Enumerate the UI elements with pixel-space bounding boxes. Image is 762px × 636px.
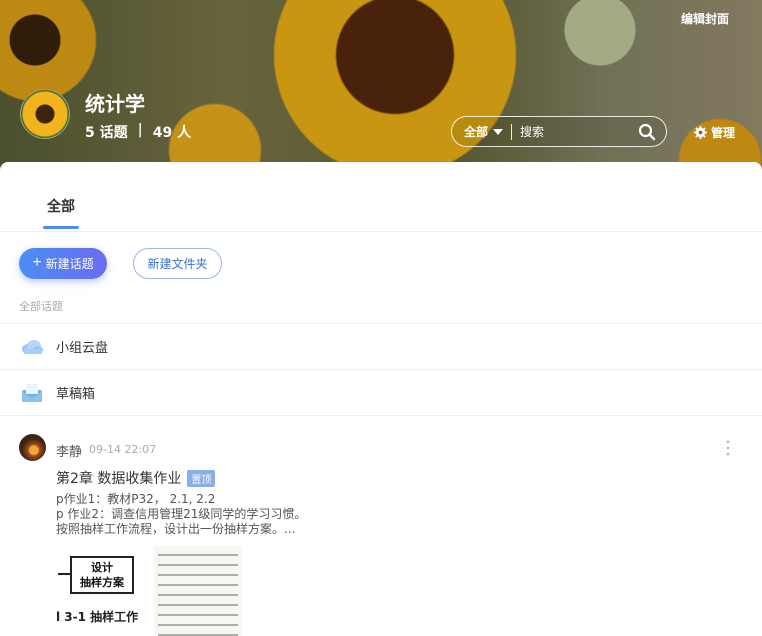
search-icon[interactable] (638, 123, 656, 141)
search-scope-label: 全部 (464, 125, 489, 139)
search-input[interactable] (520, 124, 631, 139)
topic-excerpt: p作业1：教材P32， 2.1, 2.2 p 作业2：调查信用管理21级同学的学… (56, 492, 306, 537)
drafts-icon (22, 383, 42, 402)
thumbnail-caption: l 3-1 抽样工作 (56, 610, 139, 624)
caret-down-icon (493, 128, 504, 135)
image-thumbnail[interactable]: 设计 抽样方案 l 3-1 抽样工作 (56, 546, 148, 636)
manage-button[interactable]: 管理 (694, 124, 735, 141)
diagram-box: 设计 抽样方案 (70, 556, 134, 594)
search-box: 全部 (451, 116, 667, 147)
author-name[interactable]: 李静 (56, 441, 82, 460)
search-scope-dropdown[interactable]: 全部 (452, 123, 511, 140)
active-tab-indicator (43, 226, 79, 229)
cloud-drive-label: 小组云盘 (56, 341, 109, 356)
new-topic-label: 新建话题 (45, 257, 94, 271)
excerpt-line: p作业1：教材P32， 2.1, 2.2 (56, 492, 216, 506)
excerpt-line: p 作业2：调查信用管理21级同学的学习习惯。 (56, 507, 307, 521)
divider (511, 123, 513, 140)
edit-cover-button[interactable]: 编辑封面 (681, 10, 729, 27)
list-item-cloud-drive[interactable]: 小组云盘 (0, 323, 762, 369)
group-stats: 5 话题 | 49 人 (85, 122, 191, 142)
image-thumbnail[interactable] (154, 546, 242, 636)
avatar[interactable] (19, 434, 46, 461)
topics-count: 5 话题 (85, 125, 128, 141)
drafts-label: 草稿箱 (56, 387, 96, 402)
cover-banner: 编辑封面 统计学 5 话题 | 49 人 全部 搜索 管理 (0, 0, 762, 175)
new-folder-button[interactable]: 新建文件夹 (133, 248, 222, 279)
cloud-icon (22, 339, 43, 354)
members-count: 49 人 (152, 125, 192, 141)
plus-icon: + (32, 253, 42, 271)
topic-title-text: 第2章 数据收集作业 (56, 471, 182, 487)
main-card: 全部 + 新建话题 新建文件夹 全部话题 小组云盘 草稿箱 李静 09-14 2… (0, 162, 762, 636)
divider (0, 415, 762, 416)
group-avatar (20, 89, 70, 139)
group-title: 统计学 (85, 92, 145, 116)
arrow-icon (58, 573, 70, 575)
group-page: 编辑封面 统计学 5 话题 | 49 人 全部 搜索 管理 全部 + 新建话题 … (0, 0, 762, 636)
post-time: 09-14 22:07 (89, 443, 157, 456)
list-item-drafts[interactable]: 草稿箱 (0, 369, 762, 415)
stats-separator: | (137, 122, 143, 138)
section-label: 全部话题 (19, 300, 63, 313)
pinned-badge: 置顶 (187, 469, 216, 487)
more-icon[interactable] (725, 439, 731, 457)
topic-title[interactable]: 第2章 数据收集作业 置顶 (56, 468, 216, 488)
manage-label: 管理 (711, 126, 736, 140)
new-topic-button[interactable]: + 新建话题 (19, 248, 107, 279)
tab-all[interactable]: 全部 (47, 196, 75, 216)
excerpt-line: 按照抽样工作流程，设计出一份抽样方案。... (56, 522, 296, 536)
gear-icon (694, 126, 707, 139)
